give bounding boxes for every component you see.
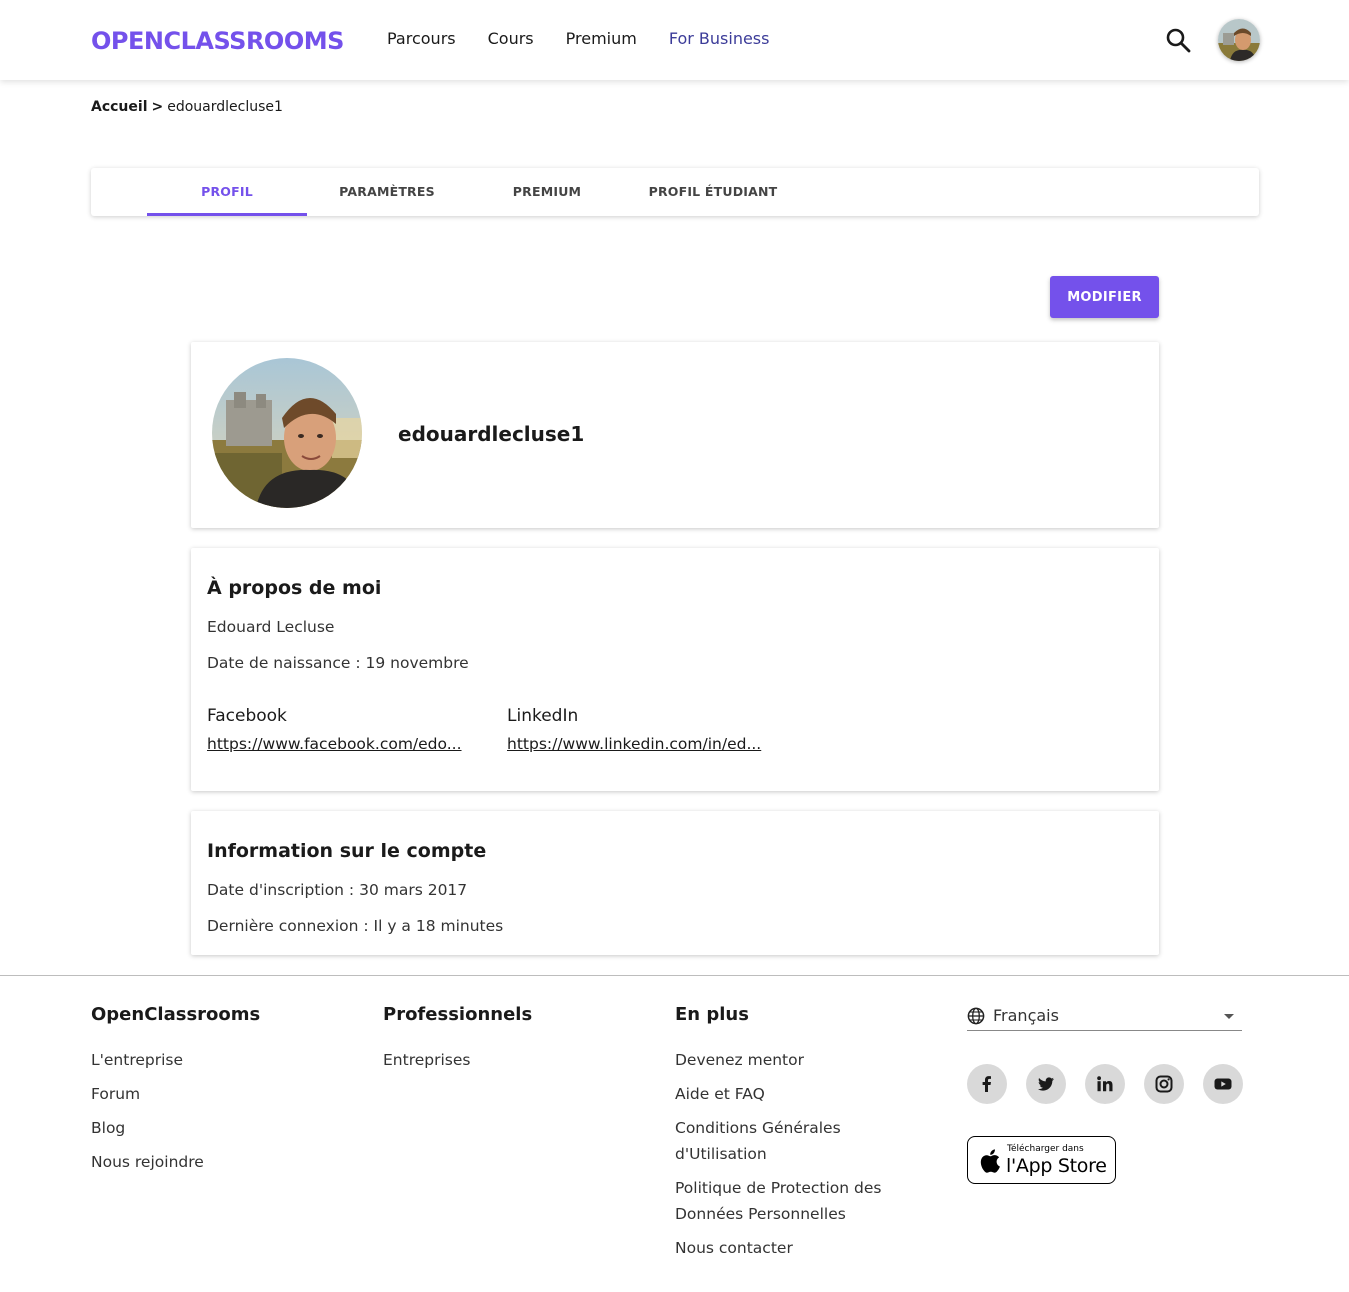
facebook-link[interactable]: https://www.facebook.com/edo... [207, 735, 469, 753]
footer-col-title: Professionnels [383, 1004, 533, 1025]
profile-photo [212, 358, 362, 508]
footer-link-forum[interactable]: Forum [91, 1081, 331, 1107]
about-title: À propos de moi [207, 577, 382, 599]
tab-profil[interactable]: PROFIL [147, 168, 307, 216]
facebook-icon[interactable] [967, 1064, 1007, 1104]
facebook-block: Facebook https://www.facebook.com/edo... [207, 706, 469, 753]
social-links [967, 1064, 1243, 1104]
twitter-icon[interactable] [1026, 1064, 1066, 1104]
profile-card: edouardlecluse1 [191, 342, 1159, 528]
breadcrumb: Accueil > edouardlecluse1 [91, 99, 283, 115]
youtube-icon[interactable] [1203, 1064, 1243, 1104]
linkedin-icon[interactable] [1085, 1064, 1125, 1104]
tab-premium[interactable]: PREMIUM [467, 168, 627, 216]
footer-link-contact[interactable]: Nous contacter [675, 1235, 915, 1261]
globe-icon [967, 1007, 985, 1025]
nav-for-business[interactable]: For Business [669, 29, 770, 48]
linkedin-block: LinkedIn https://www.linkedin.com/in/ed.… [507, 706, 769, 753]
profile-tabs: PROFIL PARAMÈTRES PREMIUM PROFIL ÉTUDIAN… [91, 168, 1259, 216]
breadcrumb-separator: > [151, 99, 164, 115]
facebook-label: Facebook [207, 706, 287, 726]
footer-col-professionnels: Professionnels Entreprises [383, 1004, 623, 1081]
nav-premium[interactable]: Premium [566, 29, 637, 48]
footer-link-aide-faq[interactable]: Aide et FAQ [675, 1081, 915, 1107]
footer-link-entreprises[interactable]: Entreprises [383, 1047, 623, 1073]
chevron-down-icon [1224, 1014, 1234, 1019]
top-header: OPENCLASSROOMS Parcours Cours Premium Fo… [0, 0, 1349, 80]
appstore-big-text: l'App Store [1006, 1155, 1107, 1177]
footer-link-nous-rejoindre[interactable]: Nous rejoindre [91, 1149, 331, 1175]
instagram-icon[interactable] [1144, 1064, 1184, 1104]
breadcrumb-current: edouardlecluse1 [167, 99, 283, 115]
nav-parcours[interactable]: Parcours [387, 29, 456, 48]
language-value: Français [993, 1006, 1059, 1025]
about-full-name: Edouard Lecluse [207, 618, 335, 636]
about-card: À propos de moi Edouard Lecluse Date de … [191, 548, 1159, 791]
account-card: Information sur le compte Date d'inscrip… [191, 811, 1159, 955]
linkedin-label: LinkedIn [507, 706, 579, 726]
main-nav: Parcours Cours Premium For Business [387, 29, 801, 48]
user-avatar[interactable] [1218, 19, 1260, 61]
search-icon[interactable] [1165, 27, 1191, 53]
footer-link-blog[interactable]: Blog [91, 1115, 331, 1141]
linkedin-link[interactable]: https://www.linkedin.com/in/ed... [507, 735, 769, 753]
footer-link-entreprise[interactable]: L'entreprise [91, 1047, 331, 1073]
tab-parametres[interactable]: PARAMÈTRES [307, 168, 467, 216]
account-last-login: Dernière connexion : Il y a 18 minutes [207, 917, 504, 935]
app-store-badge[interactable]: Télécharger dans l'App Store [967, 1136, 1116, 1184]
footer-divider [0, 975, 1349, 976]
footer-col-title: En plus [675, 1004, 749, 1025]
footer-col-openclassrooms: OpenClassrooms L'entreprise Forum Blog N… [91, 1004, 331, 1183]
account-signup-date: Date d'inscription : 30 mars 2017 [207, 881, 468, 899]
footer-col-en-plus: En plus Devenez mentor Aide et FAQ Condi… [675, 1004, 915, 1269]
footer-link-cgu[interactable]: Conditions Générales d'Utilisation [675, 1115, 865, 1167]
modify-button[interactable]: MODIFIER [1050, 276, 1159, 318]
account-title: Information sur le compte [207, 840, 487, 862]
tab-profil-etudiant[interactable]: PROFIL ÉTUDIANT [627, 168, 799, 216]
appstore-small-text: Télécharger dans [1007, 1144, 1084, 1154]
footer-link-privacy[interactable]: Politique de Protection des Données Pers… [675, 1175, 910, 1227]
openclassrooms-logo[interactable]: OPENCLASSROOMS [91, 27, 344, 55]
footer-link-devenez-mentor[interactable]: Devenez mentor [675, 1047, 915, 1073]
apple-icon [980, 1149, 1000, 1173]
nav-cours[interactable]: Cours [488, 29, 534, 48]
profile-username: edouardlecluse1 [398, 422, 585, 446]
footer-col-title: OpenClassrooms [91, 1004, 261, 1025]
about-birth-date: Date de naissance : 19 novembre [207, 654, 469, 672]
breadcrumb-home[interactable]: Accueil [91, 99, 148, 115]
language-select[interactable]: Français [967, 1005, 1242, 1031]
